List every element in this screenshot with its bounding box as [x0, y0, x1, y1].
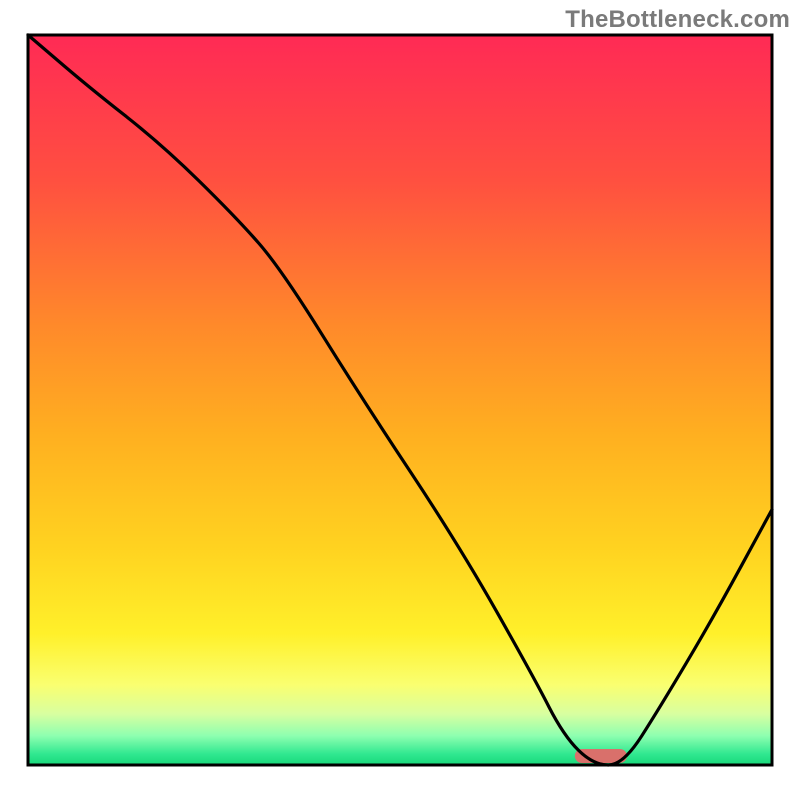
- bottleneck-chart: TheBottleneck.com: [0, 0, 800, 800]
- plot-background: [28, 35, 772, 765]
- chart-svg: [0, 0, 800, 800]
